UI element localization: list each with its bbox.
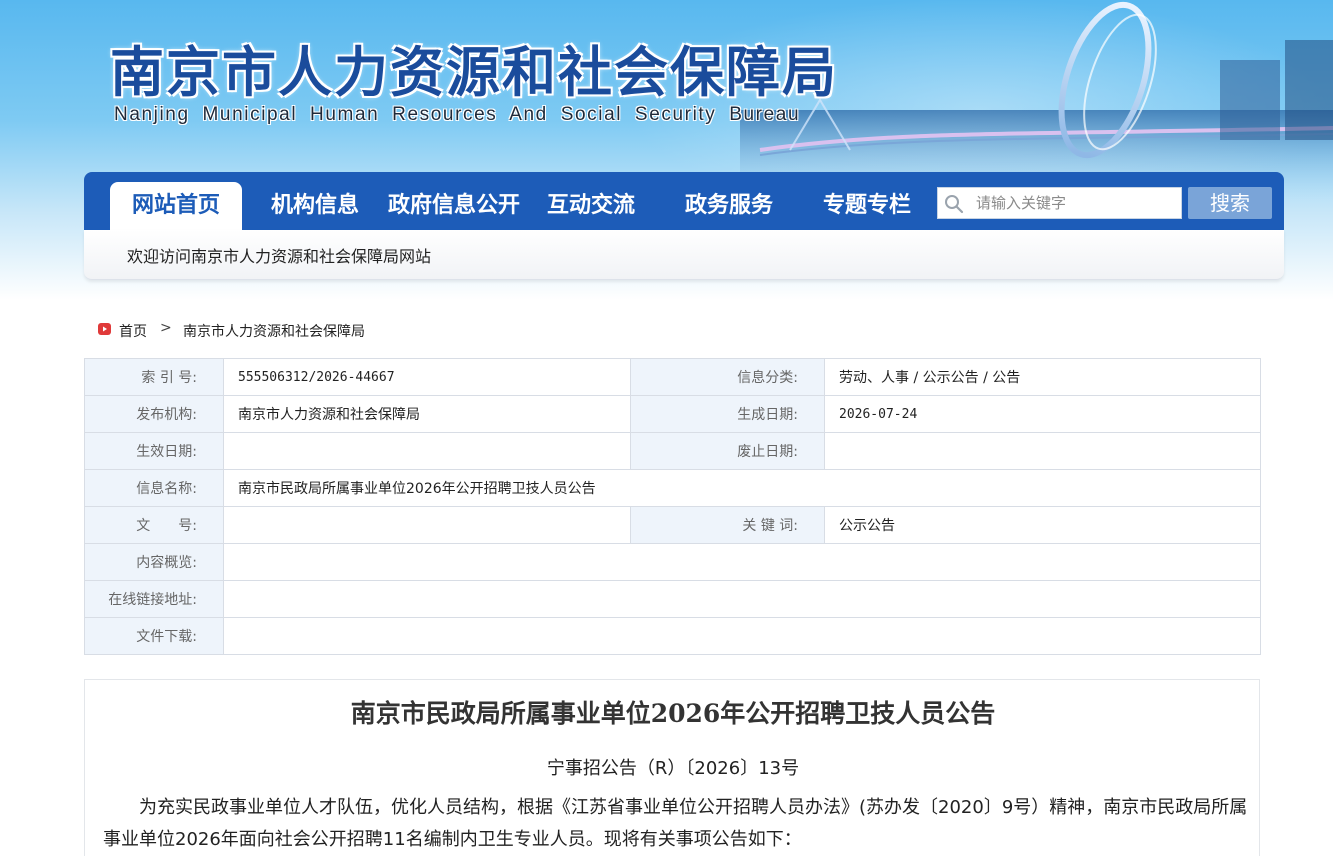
search-icon <box>945 195 964 214</box>
doc-no-value <box>223 506 631 544</box>
created-date-label: 生成日期: <box>630 395 825 433</box>
table-row: 文 号: 关 键 词: 公示公告 <box>84 506 1261 544</box>
effective-date-label: 生效日期: <box>84 432 224 470</box>
table-row: 发布机构: 南京市人力资源和社会保障局 生成日期: 2026-07-24 <box>84 395 1261 433</box>
document-number: 宁事招公告（R）〔2026〕13号 <box>546 758 800 779</box>
breadcrumb-home[interactable]: 首页 <box>119 321 147 341</box>
article-panel: 南京市民政局所属事业单位2026年公开招聘卫技人员公告 宁事招公告（R）〔202… <box>84 679 1260 856</box>
main-nav: 网站首页 机构信息 政府信息公开 互动交流 政务服务 专题专栏 搜索 <box>84 172 1284 230</box>
online-link-value[interactable] <box>223 580 1261 618</box>
breadcrumb-separator: > <box>160 320 172 336</box>
nav-organization[interactable]: 机构信息 <box>264 182 366 230</box>
online-link-label: 在线链接地址: <box>84 580 224 618</box>
welcome-strip: 欢迎访问南京市人力资源和社会保障局网站 <box>84 230 1284 280</box>
search-box <box>937 187 1182 219</box>
keywords-value: 公示公告 <box>824 506 1261 544</box>
article-title: 南京市民政局所属事业单位2026年公开招聘卫技人员公告 <box>350 699 996 728</box>
publisher-label: 发布机构: <box>84 395 224 433</box>
info-table: 索 引 号: 555506312/2026-44667 信息分类: 劳动、人事 … <box>84 358 1261 655</box>
info-name-label: 信息名称: <box>84 469 224 507</box>
nav-interaction[interactable]: 互动交流 <box>540 182 642 230</box>
welcome-text: 欢迎访问南京市人力资源和社会保障局网站 <box>127 247 432 266</box>
table-row: 内容概览: <box>84 543 1261 581</box>
summary-label: 内容概览: <box>84 543 224 581</box>
site-subtitle: Nanjing Municipal Human Resources And So… <box>114 104 801 125</box>
site-title: 南京市人力资源和社会保障局 <box>110 40 838 104</box>
expire-date-label: 废止日期: <box>630 432 825 470</box>
article-paragraph: 为充实民政事业单位人才队伍，优化人员结构，根据《江苏省事业单位公开招聘人员办法》… <box>103 797 1248 850</box>
index-no-value: 555506312/2026-44667 <box>223 358 631 396</box>
table-row: 在线链接地址: <box>84 580 1261 618</box>
nav-services[interactable]: 政务服务 <box>678 182 780 230</box>
effective-date-value <box>223 432 631 470</box>
doc-no-label: 文 号: <box>84 506 224 544</box>
breadcrumb-current[interactable]: 南京市人力资源和社会保障局 <box>183 321 365 341</box>
summary-value <box>223 543 1261 581</box>
home-icon <box>98 323 111 335</box>
created-date-value: 2026-07-24 <box>824 395 1261 433</box>
expire-date-value <box>824 432 1261 470</box>
file-download-value[interactable] <box>223 617 1261 655</box>
table-row: 索 引 号: 555506312/2026-44667 信息分类: 劳动、人事 … <box>84 358 1261 396</box>
table-row: 文件下载: <box>84 617 1261 655</box>
search-button[interactable]: 搜索 <box>1188 187 1272 219</box>
category-label: 信息分类: <box>630 358 825 396</box>
search-input[interactable] <box>976 188 1176 218</box>
category-value: 劳动、人事 / 公示公告 / 公告 <box>824 358 1261 396</box>
table-row: 信息名称: 南京市民政局所属事业单位2026年公开招聘卫技人员公告 <box>84 469 1261 507</box>
keywords-label: 关 键 词: <box>630 506 825 544</box>
publisher-value: 南京市人力资源和社会保障局 <box>223 395 631 433</box>
nav-gov-info[interactable]: 政府信息公开 <box>384 182 524 230</box>
index-no-label: 索 引 号: <box>84 358 224 396</box>
nav-home[interactable]: 网站首页 <box>110 182 242 230</box>
table-row: 生效日期: 废止日期: <box>84 432 1261 470</box>
nav-topics[interactable]: 专题专栏 <box>816 182 918 230</box>
info-name-value: 南京市民政局所属事业单位2026年公开招聘卫技人员公告 <box>223 469 1261 507</box>
file-download-label: 文件下载: <box>84 617 224 655</box>
